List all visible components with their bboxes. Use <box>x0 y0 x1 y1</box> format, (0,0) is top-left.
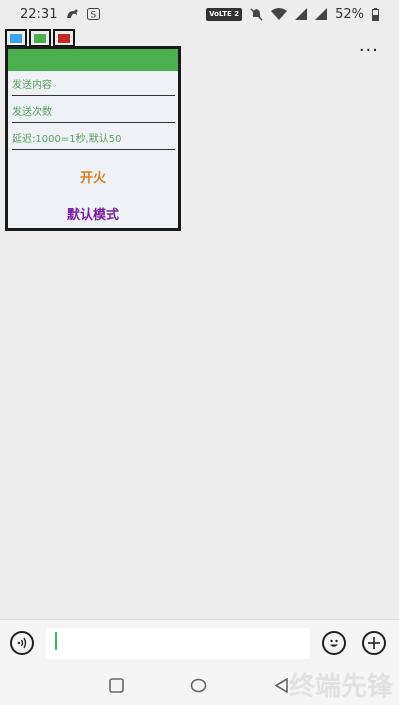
status-bar: 22:31 S VoLTE 2 52% <box>0 0 399 28</box>
send-content-field[interactable]: 发送内容 <box>12 79 175 96</box>
navigation-bar: 终端先锋 <box>0 667 399 705</box>
circle-icon <box>190 678 207 693</box>
emoji-icon <box>330 639 338 647</box>
back-triangle-icon <box>274 677 288 694</box>
more-menu-button[interactable]: ··· <box>359 40 379 61</box>
square-icon <box>109 678 124 693</box>
fire-button[interactable]: 开火 <box>8 167 178 186</box>
signal-icon-2 <box>315 8 328 20</box>
message-input[interactable] <box>46 628 310 659</box>
signal-icon-1 <box>295 8 308 20</box>
status-right: VoLTE 2 52% <box>206 7 379 22</box>
floating-panel: 发送内容 发送次数 延迟:1000=1秒,默认50 开火 默认模式 <box>5 46 181 231</box>
volte-badge: VoLTE 2 <box>206 7 243 21</box>
voice-toggle-button[interactable] <box>10 631 34 655</box>
app-s-icon: S <box>87 8 101 21</box>
default-mode-button[interactable]: 默认模式 <box>8 204 178 223</box>
panel-header[interactable] <box>8 49 178 71</box>
tab-blue[interactable] <box>5 29 27 47</box>
tab-red-swatch <box>58 33 70 43</box>
tab-red[interactable] <box>53 29 75 47</box>
status-time: 22:31 <box>20 6 58 22</box>
emoji-button[interactable] <box>322 631 346 655</box>
add-button[interactable] <box>362 631 386 655</box>
battery-icon <box>372 7 379 21</box>
svg-text:S: S <box>91 11 97 21</box>
tab-blue-swatch <box>10 33 22 43</box>
home-button[interactable] <box>190 678 207 697</box>
chat-input-bar <box>0 619 399 667</box>
text-cursor <box>55 632 57 650</box>
wifi-icon <box>271 8 288 20</box>
tab-green-swatch <box>34 33 46 43</box>
battery-percent: 52% <box>335 6 364 22</box>
recent-apps-button[interactable] <box>109 678 124 697</box>
mute-bell-icon <box>250 7 263 21</box>
watermark-text: 终端先锋 <box>288 672 393 702</box>
panel-tabs <box>5 29 77 47</box>
delay-field[interactable]: 延迟:1000=1秒,默认50 <box>12 133 175 150</box>
status-left: 22:31 S <box>20 6 101 22</box>
tab-green[interactable] <box>29 29 51 47</box>
plus-icon <box>368 637 380 649</box>
squirrel-icon <box>65 8 79 20</box>
send-count-field[interactable]: 发送次数 <box>12 106 175 123</box>
back-button[interactable] <box>274 677 289 697</box>
voice-icon <box>17 637 27 649</box>
